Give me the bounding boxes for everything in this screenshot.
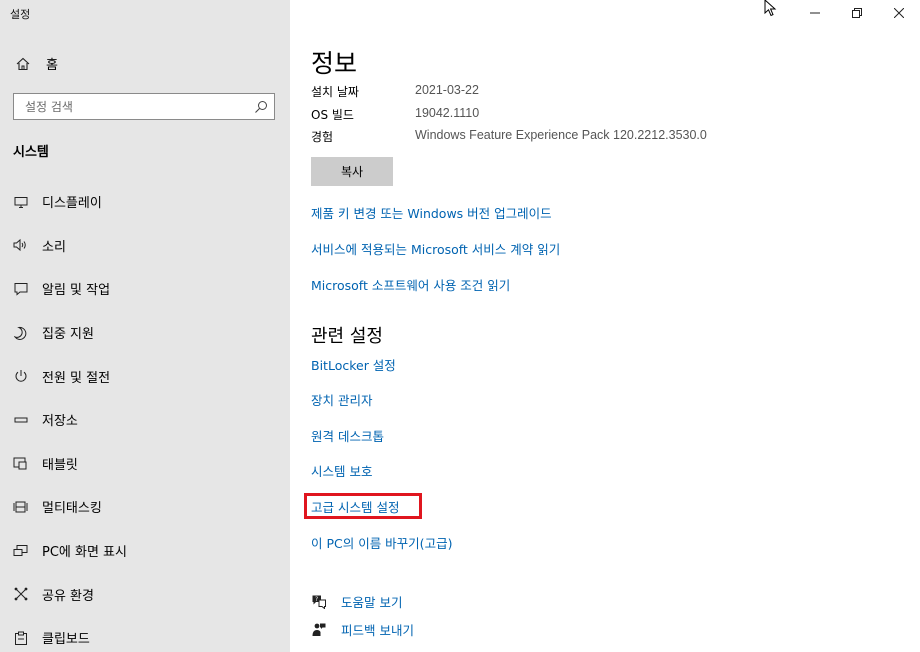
highlight-box bbox=[304, 493, 422, 519]
help-link[interactable]: ? 도움말 보기 bbox=[311, 592, 402, 611]
sidebar-home[interactable]: 홈 bbox=[16, 54, 58, 73]
sidebar-item-power[interactable]: 전원 및 절전 bbox=[0, 354, 290, 398]
info-value: 2021-03-22 bbox=[415, 83, 479, 97]
feedback-link[interactable]: 피드백 보내기 bbox=[311, 620, 414, 639]
multitasking-icon bbox=[13, 499, 29, 515]
info-key: OS 빌드 bbox=[311, 108, 354, 122]
sidebar-item-display[interactable]: 디스플레이 bbox=[0, 180, 290, 224]
tablet-icon bbox=[13, 455, 29, 471]
sidebar-item-project[interactable]: PC에 화면 표시 bbox=[0, 529, 290, 573]
info-key: 경험 bbox=[311, 130, 334, 144]
close-button[interactable] bbox=[878, 0, 920, 26]
share-icon bbox=[13, 586, 29, 602]
sidebar-item-tablet[interactable]: 태블릿 bbox=[0, 442, 290, 486]
sidebar-item-label: PC에 화면 표시 bbox=[42, 545, 127, 561]
speaker-icon bbox=[13, 237, 29, 253]
mouse-cursor-icon bbox=[764, 0, 778, 21]
sidebar-nav: 디스플레이 소리 알림 및 작업 집중 지원 전원 및 절전 저장소 태블릿 멀… bbox=[0, 180, 290, 652]
sidebar-item-label: 집중 지원 bbox=[42, 327, 94, 343]
link-bitlocker-settings[interactable]: BitLocker 설정 bbox=[311, 355, 396, 374]
restore-button[interactable] bbox=[836, 0, 878, 26]
link-microsoft-services-agreement[interactable]: 서비스에 적용되는 Microsoft 서비스 계약 읽기 bbox=[311, 239, 560, 258]
power-icon bbox=[13, 368, 29, 384]
info-key: 설치 날짜 bbox=[311, 85, 359, 99]
monitor-icon bbox=[13, 194, 29, 210]
info-row-install-date: 설치 날짜 2021-03-22 bbox=[311, 83, 479, 100]
restore-icon bbox=[852, 8, 862, 18]
help-label: 도움말 보기 bbox=[341, 595, 403, 610]
notification-icon bbox=[13, 281, 29, 297]
info-value: Windows Feature Experience Pack 120.2212… bbox=[415, 128, 707, 142]
link-change-product-key[interactable]: 제품 키 변경 또는 Windows 버전 업그레이드 bbox=[311, 203, 552, 222]
search-input[interactable] bbox=[14, 94, 244, 119]
related-settings-title: 관련 설정 bbox=[311, 326, 383, 347]
search-box[interactable] bbox=[13, 93, 275, 120]
search-icon[interactable] bbox=[254, 99, 268, 118]
section-title: 시스템 bbox=[13, 145, 49, 160]
link-rename-pc-advanced[interactable]: 이 PC의 이름 바꾸기(고급) bbox=[311, 533, 452, 552]
sidebar-item-label: 멀티태스킹 bbox=[42, 501, 102, 517]
sidebar-item-clipboard[interactable]: 클립보드 bbox=[0, 616, 290, 652]
sidebar-item-label: 디스플레이 bbox=[42, 196, 102, 212]
app-title: 설정 bbox=[10, 8, 31, 21]
sidebar-item-label: 저장소 bbox=[42, 414, 78, 430]
link-device-manager[interactable]: 장치 관리자 bbox=[311, 390, 372, 409]
project-icon bbox=[13, 543, 29, 559]
sidebar-item-label: 태블릿 bbox=[42, 457, 78, 473]
link-software-license-terms[interactable]: Microsoft 소프트웨어 사용 조건 읽기 bbox=[311, 275, 510, 294]
home-icon bbox=[16, 57, 32, 71]
sidebar-item-label: 공유 환경 bbox=[42, 588, 94, 604]
sidebar-item-sound[interactable]: 소리 bbox=[0, 224, 290, 268]
home-label: 홈 bbox=[46, 58, 58, 73]
sidebar-item-multitasking[interactable]: 멀티태스킹 bbox=[0, 485, 290, 529]
moon-icon bbox=[13, 325, 29, 341]
sidebar-item-label: 알림 및 작업 bbox=[42, 283, 111, 299]
sidebar-item-storage[interactable]: 저장소 bbox=[0, 398, 290, 442]
sidebar-item-shared-experiences[interactable]: 공유 환경 bbox=[0, 572, 290, 616]
feedback-icon bbox=[311, 622, 327, 637]
help-icon: ? bbox=[311, 594, 327, 609]
info-row-os-build: OS 빌드 19042.1110 bbox=[311, 106, 479, 123]
minimize-button[interactable] bbox=[794, 0, 836, 26]
main-panel: 정보 설치 날짜 2021-03-22 OS 빌드 19042.1110 경험 … bbox=[290, 0, 920, 652]
feedback-label: 피드백 보내기 bbox=[341, 623, 414, 638]
copy-button[interactable]: 복사 bbox=[311, 157, 393, 186]
link-system-protection[interactable]: 시스템 보호 bbox=[311, 461, 372, 480]
window-controls bbox=[794, 0, 920, 26]
svg-text:?: ? bbox=[315, 596, 318, 603]
storage-icon bbox=[13, 412, 29, 428]
sidebar-item-label: 전원 및 절전 bbox=[42, 370, 111, 386]
minimize-icon bbox=[810, 12, 820, 14]
clipboard-icon bbox=[13, 630, 29, 646]
page-title: 정보 bbox=[311, 49, 358, 78]
sidebar-item-label: 클립보드 bbox=[42, 632, 90, 648]
sidebar-item-label: 소리 bbox=[42, 239, 66, 255]
info-row-experience: 경험 Windows Feature Experience Pack 120.2… bbox=[311, 128, 707, 145]
info-value: 19042.1110 bbox=[415, 106, 480, 120]
close-icon bbox=[894, 8, 904, 18]
sidebar-item-focus-assist[interactable]: 집중 지원 bbox=[0, 311, 290, 355]
sidebar: 설정 홈 시스템 디스플레이 소리 알림 및 작업 집중 지원 bbox=[0, 0, 290, 652]
sidebar-item-notifications[interactable]: 알림 및 작업 bbox=[0, 267, 290, 311]
link-remote-desktop[interactable]: 원격 데스크톱 bbox=[311, 426, 384, 445]
